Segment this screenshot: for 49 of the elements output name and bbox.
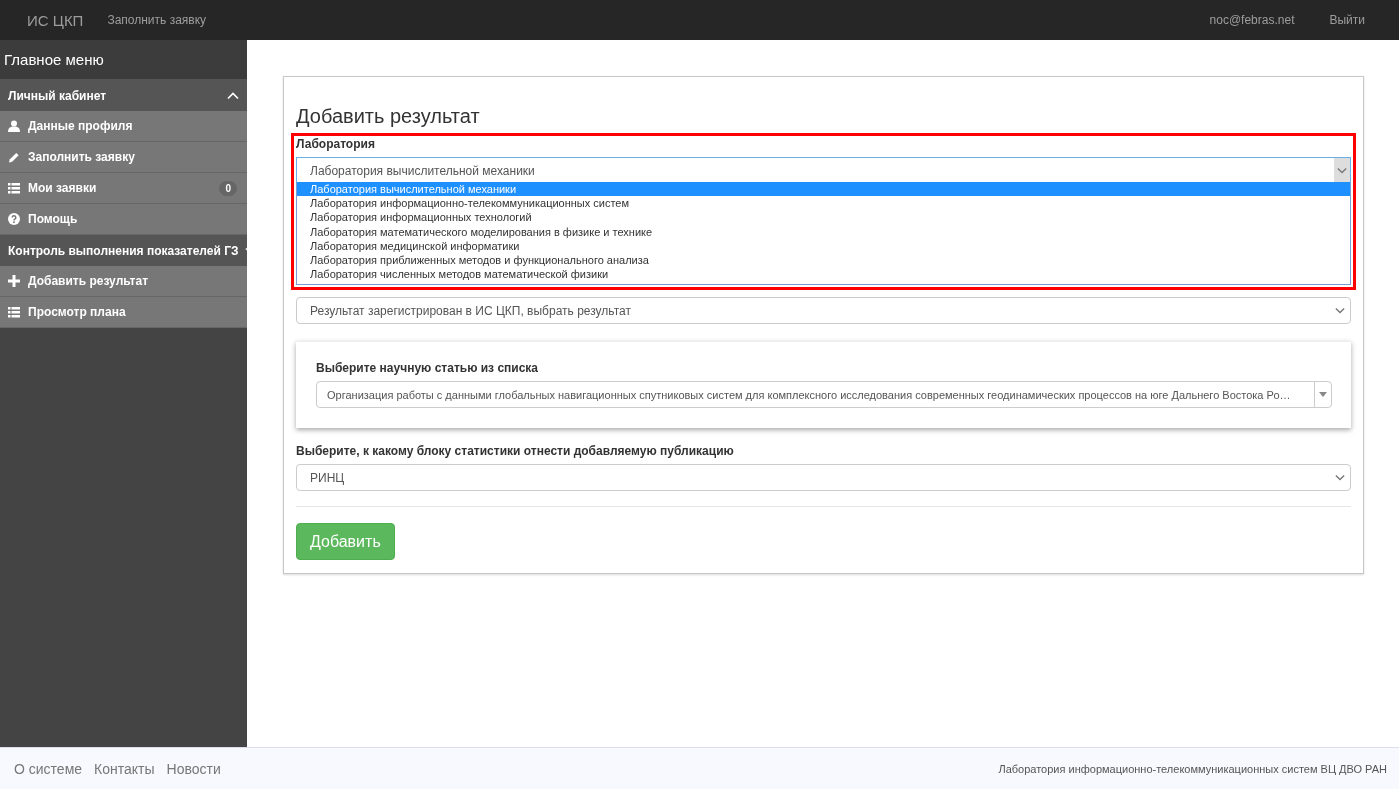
- field-label: Выберите, к какому блоку статистики отнести добавляемую публикацию: [296, 444, 735, 458]
- nav-link[interactable]: Заполнить заявку: [107, 13, 207, 27]
- article-select[interactable]: Организация работы с данными глобальных навигационных спутниковых систем для комплексного исследования современных геодинамических процессов на юге Дальнего Востока Ро…: [316, 381, 1332, 408]
- dropdown-option[interactable]: Лаборатория медицинской информатики: [297, 238, 1350, 253]
- chevron-icon: [1334, 158, 1350, 183]
- menu-section-header[interactable]: Контроль выполнения показателей ГЗ: [0, 235, 247, 266]
- footer-link[interactable]: Контакты: [94, 760, 155, 777]
- help-icon: [8, 213, 20, 225]
- menu-item[interactable]: Помощь: [0, 204, 247, 235]
- chevron-icon: [1335, 307, 1345, 314]
- menu-item-label: Добавить результат: [28, 274, 149, 288]
- dropdown-option[interactable]: Лаборатория математического моделирования в физике и технике: [297, 224, 1350, 239]
- result-link-select[interactable]: Результат зарегистрирован в ИС ЦКП, выбрать результат: [296, 297, 1351, 324]
- menu-item[interactable]: Добавить результат: [0, 266, 247, 297]
- form-title: Добавить результат: [296, 105, 481, 128]
- chevron-icon: [227, 91, 239, 100]
- list-icon: [8, 306, 20, 318]
- list-icon: [8, 182, 20, 194]
- menu-item-label: Помощь: [28, 212, 79, 226]
- menu-title: Главное меню: [0, 40, 247, 80]
- footer-link[interactable]: Новости: [166, 760, 221, 777]
- menu-item-label: Заполнить заявку: [28, 150, 136, 164]
- footer-link[interactable]: О системе: [14, 760, 83, 777]
- logout-link[interactable]: Выйти: [1329, 13, 1365, 27]
- app-brand[interactable]: ИС ЦКП: [27, 11, 84, 29]
- dropdown-option[interactable]: Лаборатория приближенных методов и функционального анализа: [297, 252, 1350, 268]
- dropdown-option[interactable]: Лаборатория вычислительной механики: [297, 182, 1350, 197]
- stat-block-select[interactable]: РИНЦ: [296, 464, 1351, 491]
- dropdown-option[interactable]: Лаборатория информационно-телекоммуникационных систем: [297, 196, 1350, 211]
- field-label: Выберите научную статью из списка: [316, 361, 540, 375]
- laboratory-select[interactable]: Лаборатория вычислительной механики: [296, 157, 1351, 184]
- menu-item[interactable]: Заполнить заявку: [0, 142, 247, 173]
- menu-item-label: Мои заявки: [28, 181, 98, 195]
- chevron-icon: [1335, 474, 1345, 481]
- user-icon: [8, 120, 20, 132]
- field-label: Лаборатория: [296, 137, 376, 151]
- menu-item[interactable]: Просмотр плана: [0, 297, 247, 328]
- menu-item-label: Просмотр плана: [28, 305, 127, 319]
- user-email[interactable]: noc@febras.net: [1209, 13, 1295, 27]
- menu-item[interactable]: Мои заявки 0: [0, 173, 247, 204]
- plus-icon: [8, 275, 20, 287]
- menu-section-header[interactable]: Личный кабинет: [0, 80, 247, 111]
- menu-item[interactable]: Данные профиля: [0, 111, 247, 142]
- dropdown-option[interactable]: Лаборатория численных методов математической физики: [297, 267, 1350, 282]
- dropdown-option[interactable]: Лаборатория информационных технологий: [297, 210, 1350, 225]
- count-badge: 0: [219, 180, 237, 196]
- footer-credit: Лаборатория информационно-телекоммуникационных систем ВЦ ДВО РАН: [998, 762, 1387, 775]
- menu-item-label: Данные профиля: [28, 119, 134, 133]
- pencil-icon: [8, 150, 20, 164]
